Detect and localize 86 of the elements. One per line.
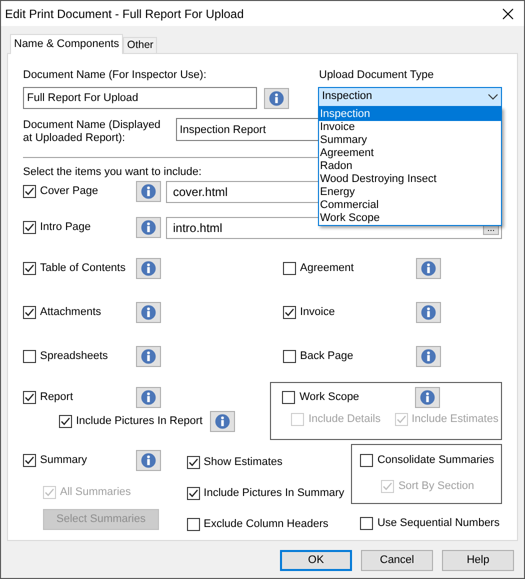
info-icon [141, 184, 156, 199]
info-icon [141, 220, 156, 235]
info-icon [141, 260, 156, 276]
info-button[interactable] [136, 386, 161, 408]
checkbox[interactable] [23, 221, 36, 234]
tab[interactable]: Name & Components [10, 34, 124, 54]
checkbox[interactable] [283, 350, 296, 362]
dropdown-option[interactable]: Summary [319, 134, 501, 146]
checkbox-label: Attachments [40, 304, 102, 320]
checkbox[interactable] [186, 486, 200, 500]
checkbox-label: Table of Contents [40, 260, 126, 276]
info-icon [141, 348, 156, 364]
checkbox-label: Cover Page [40, 184, 98, 200]
info-icon [421, 348, 436, 364]
dropdown-option[interactable]: Agreement [319, 146, 501, 160]
checkbox-label: Report [40, 390, 74, 405]
checkbox[interactable] [23, 185, 36, 198]
checkbox[interactable] [360, 516, 374, 530]
dropdown-option[interactable]: Inspection [319, 108, 501, 120]
dropdown-option[interactable]: Wood Destroying Insect [319, 172, 501, 186]
checkbox-label: All Summaries [60, 484, 131, 500]
info-button[interactable] [136, 181, 161, 202]
checkbox-label: Include Details [308, 412, 381, 427]
info-icon [269, 90, 284, 106]
checkbox[interactable] [59, 414, 72, 428]
checkbox-label: Summary [40, 452, 88, 468]
field-label: Document Name (For Inspector Use): [23, 68, 208, 83]
checkbox-label: Agreement [300, 260, 354, 276]
checkbox-label: Sort By Section [398, 478, 474, 494]
info-button[interactable] [210, 410, 235, 432]
checkbox-label: Use Sequential Numbers [377, 516, 500, 531]
dropdown-option[interactable]: Invoice [319, 120, 501, 134]
checkbox[interactable] [186, 456, 200, 468]
info-icon [421, 260, 436, 276]
chevron-icon [488, 94, 498, 100]
info-button[interactable] [136, 258, 161, 278]
checkbox[interactable] [23, 454, 36, 466]
checkbox[interactable] [283, 306, 296, 318]
checkbox[interactable] [23, 262, 36, 274]
dialog-button[interactable]: Help [442, 550, 514, 571]
checkbox-label: Show Estimates [204, 454, 283, 470]
input-field[interactable]: Full Report For Upload [23, 86, 257, 108]
checkbox-label: Spreadsheets [40, 348, 108, 364]
field-label: Document Name (Displayed at Uploaded Report): [23, 118, 162, 144]
checkbox-label: Intro Page [40, 220, 91, 236]
info-button[interactable] [416, 302, 441, 322]
info-button[interactable] [264, 88, 289, 108]
dropdown-option[interactable]: Energy [319, 186, 501, 198]
checkbox-label: Include Pictures In Summary [204, 486, 344, 501]
checkbox-label: Work Scope [299, 390, 360, 405]
window-title: Edit Print Document - Full Report For Upload [5, 6, 244, 22]
checkbox-label: Include Pictures In Report [76, 414, 203, 429]
dropdown-option[interactable]: Commercial [319, 198, 501, 212]
info-button[interactable] [136, 217, 161, 238]
info-icon [215, 414, 230, 428]
checkbox[interactable] [23, 390, 36, 404]
dropdown[interactable]: Inspection [318, 86, 502, 106]
checkbox[interactable] [282, 390, 296, 404]
info-button[interactable] [416, 258, 441, 278]
info-button[interactable] [136, 450, 161, 470]
checkbox-label: Invoice [300, 304, 335, 320]
section-label: Select the items you want to include: [23, 164, 202, 178]
dropdown-option[interactable]: Radon [319, 160, 501, 172]
checkbox-label: Include Estimates [412, 412, 498, 427]
close-icon [502, 8, 514, 20]
checkbox-label: Back Page [300, 348, 354, 364]
tab[interactable]: Other [123, 37, 158, 53]
info-button[interactable] [415, 386, 440, 408]
checkbox[interactable] [360, 454, 374, 466]
info-button[interactable] [136, 302, 161, 322]
checkbox[interactable] [23, 306, 36, 318]
info-button[interactable] [136, 346, 161, 366]
info-icon [141, 390, 156, 404]
checkbox-label: Exclude Column Headers [204, 516, 328, 532]
dialog-button[interactable]: OK [280, 550, 352, 571]
checkbox[interactable] [283, 262, 296, 274]
checkbox[interactable] [186, 518, 200, 530]
info-icon [141, 452, 156, 468]
checkbox-label: Consolidate Summaries [377, 452, 494, 468]
info-icon [141, 304, 156, 320]
info-icon [420, 390, 436, 404]
dialog-button[interactable]: Cancel [361, 550, 433, 571]
field-label: Upload Document Type [319, 68, 434, 83]
checkbox[interactable] [23, 350, 36, 362]
info-icon [421, 304, 436, 320]
info-button[interactable] [416, 346, 441, 366]
